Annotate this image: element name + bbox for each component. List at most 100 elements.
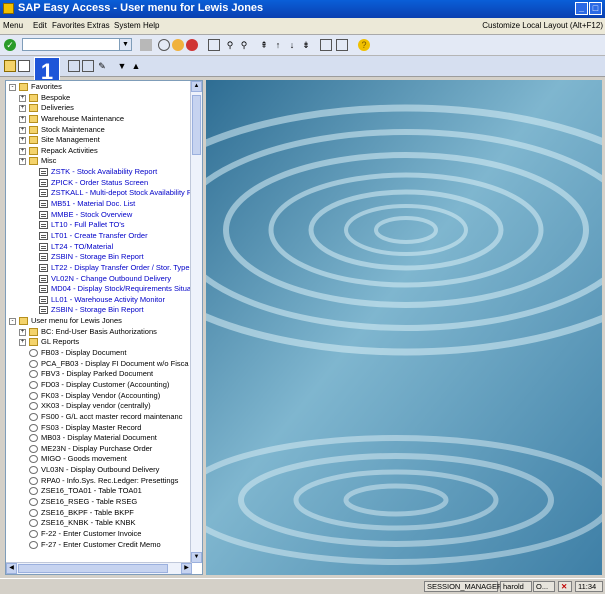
expand-icon[interactable]: + [19,158,26,166]
tree-row[interactable]: FS03 - Display Master Record [6,423,192,434]
tree-item-label[interactable]: FK03 - Display Vendor (Accounting) [41,391,160,402]
tree-item-label[interactable]: FB03 - Display Document [41,348,126,359]
tree-item-label[interactable]: FBV3 - Display Parked Document [41,369,153,380]
tree-row[interactable]: ZPICK - Order Status Screen [6,178,192,189]
tree-item-label[interactable]: PCA_FB03 - Display FI Document w/o Fisca [41,359,189,370]
menu-item-extras[interactable]: Extras [87,21,110,30]
tree-item-label[interactable]: ZSE16_RSEG - Table RSEG [41,497,137,508]
tree-item-label[interactable]: LT10 - Full Pallet TO's [51,220,125,231]
tree-row[interactable]: + Warehouse Maintenance [6,114,192,125]
tree-row[interactable]: FS00 - G/L acct master record maintenanc [6,412,192,423]
tree-row[interactable]: MB03 - Display Material Document [6,433,192,444]
next-page-icon[interactable]: ↓ [286,39,298,51]
change-favorite-icon[interactable]: ✎ [96,60,108,72]
menu-item-system[interactable]: System [114,21,141,30]
tree-item-label[interactable]: VL03N - Display Outbound Delivery [41,465,159,476]
menu-icon[interactable] [4,60,16,72]
command-field[interactable]: ▼ [22,38,132,51]
tree-row[interactable]: VL03N - Display Outbound Delivery [6,465,192,476]
expand-icon[interactable]: + [19,328,26,336]
tree-row[interactable]: LT24 - TO/Material [6,242,192,253]
tree-row[interactable]: LL01 - Warehouse Activity Monitor [6,295,192,306]
tree-row[interactable]: ZSE16_KNBK - Table KNBK [6,518,192,529]
tree-row[interactable]: ZSE16_TOA01 - Table TOA01 [6,486,192,497]
tree-item-label[interactable]: ZSBIN - Storage Bin Report [51,252,144,263]
tree-row[interactable]: ZSTK - Stock Availability Report [6,167,192,178]
expand-icon[interactable]: + [19,105,26,113]
tree-row[interactable]: FD03 - Display Customer (Accounting) [6,380,192,391]
tree-item-label[interactable]: Misc [41,156,56,167]
scroll-thumb[interactable] [192,95,201,155]
tree-row[interactable]: MMBE - Stock Overview [6,210,192,221]
tree-row[interactable]: + Repack Activities [6,146,192,157]
tree-item-label[interactable]: FS03 - Display Master Record [41,423,141,434]
tree-row[interactable]: FB03 - Display Document [6,348,192,359]
tree-item-label[interactable]: Stock Maintenance [41,125,105,136]
tree-row[interactable]: ZSE16_BKPF - Table BKPF [6,508,192,519]
tree-item-label[interactable]: XK03 - Display vendor (centrally) [41,401,151,412]
collapse-icon[interactable]: - [9,84,16,91]
tree-row[interactable]: ZSBIN - Storage Bin Report [6,252,192,263]
tree-item-label[interactable]: ZSE16_TOA01 - Table TOA01 [41,486,142,497]
scroll-right-icon[interactable]: ▶ [181,563,192,574]
find-next-icon[interactable]: ⚲ [238,39,250,51]
collapse-icon[interactable]: - [9,318,16,326]
scroll-down-icon[interactable]: ▼ [191,552,202,563]
tree-item-label[interactable]: ZSBIN - Storage Bin Report [51,305,144,316]
tree-row[interactable]: MB51 - Material Doc. List [6,199,192,210]
vertical-scrollbar[interactable]: ▲ ▼ [190,81,202,563]
tree-item-label[interactable]: MD04 - Display Stock/Requirements Situat [51,284,192,295]
tree-item-label[interactable]: LT24 - TO/Material [51,242,113,253]
menu-item-help[interactable]: Help [143,21,159,30]
expand-icon[interactable]: + [19,137,26,145]
first-page-icon[interactable]: ⇞ [258,39,270,51]
tree-item-label[interactable]: MIGO - Goods movement [41,454,127,465]
tree-row[interactable]: XK03 - Display vendor (centrally) [6,401,192,412]
save-icon[interactable] [140,39,152,51]
maximize-icon[interactable]: □ [589,2,602,15]
horizontal-scrollbar[interactable]: ◀ ▶ [6,562,192,574]
tree-item-label[interactable]: LT01 - Create Transfer Order [51,231,148,242]
tree-item-label[interactable]: FD03 - Display Customer (Accounting) [41,380,169,391]
expand-icon[interactable]: + [19,147,26,155]
tree-item-label[interactable]: ZSTKALL - Multi-depot Stock Availability… [51,188,192,199]
tree-row[interactable]: RPA0 - Info.Sys. Rec.Ledger: Presettings [6,476,192,487]
tree-row[interactable]: + Deliveries [6,103,192,114]
tree-row[interactable]: PCA_FB03 - Display FI Document w/o Fisca [6,359,192,370]
tree-item-label[interactable]: ZPICK - Order Status Screen [51,178,148,189]
horizontal-scroll-thumb[interactable] [18,564,168,573]
tree-row[interactable]: VL02N - Change Outbound Delivery [6,274,192,285]
tree-item-label[interactable]: MB03 - Display Material Document [41,433,157,444]
tree-row[interactable]: LT10 - Full Pallet TO's [6,220,192,231]
tree-item-label[interactable]: RPA0 - Info.Sys. Rec.Ledger: Presettings [41,476,178,487]
tree-row[interactable]: + BC: End-User Basis Authorizations [6,327,192,338]
tree-item-label[interactable]: LT22 - Display Transfer Order / Stor. Ty… [51,263,190,274]
tree-item-label[interactable]: MB51 - Material Doc. List [51,199,135,210]
tree-item-label[interactable]: ZSE16_KNBK - Table KNBK [41,518,136,529]
help-icon[interactable]: ? [358,39,370,51]
tree-row[interactable]: + GL Reports [6,337,192,348]
tree-row[interactable]: + Bespoke [6,93,192,104]
tree-item-label[interactable]: F-27 - Enter Customer Credit Memo [41,540,161,551]
tree-row[interactable]: FK03 - Display Vendor (Accounting) [6,391,192,402]
tree-item-label[interactable]: Warehouse Maintenance [41,114,124,125]
expand-icon[interactable]: + [19,126,26,134]
tree-row[interactable]: F-22 - Enter Customer Invoice [6,529,192,540]
create-session-icon[interactable] [320,39,332,51]
enter-icon[interactable]: ✓ [4,39,16,51]
cancel-icon[interactable] [186,39,198,51]
tree-row[interactable]: LT01 - Create Transfer Order [6,231,192,242]
tree-item-label[interactable]: Repack Activities [41,146,98,157]
tree-item-label[interactable]: ME23N - Display Purchase Order [41,444,152,455]
tree-row[interactable]: FBV3 - Display Parked Document [6,369,192,380]
tree-row[interactable]: ME23N - Display Purchase Order [6,444,192,455]
tree-item-label[interactable]: Site Management [41,135,100,146]
tree-item-label[interactable]: LL01 - Warehouse Activity Monitor [51,295,165,306]
find-icon[interactable]: ⚲ [224,39,236,51]
tree-item-label[interactable]: Favorites [31,82,62,93]
customize-layout-label[interactable]: Customize Local Layout (Alt+F12) [482,21,603,30]
exit-icon[interactable] [172,39,184,51]
scroll-up-icon[interactable]: ▲ [191,81,202,92]
tree-row[interactable]: + Misc [6,156,192,167]
delete-favorite-icon[interactable] [82,60,94,72]
